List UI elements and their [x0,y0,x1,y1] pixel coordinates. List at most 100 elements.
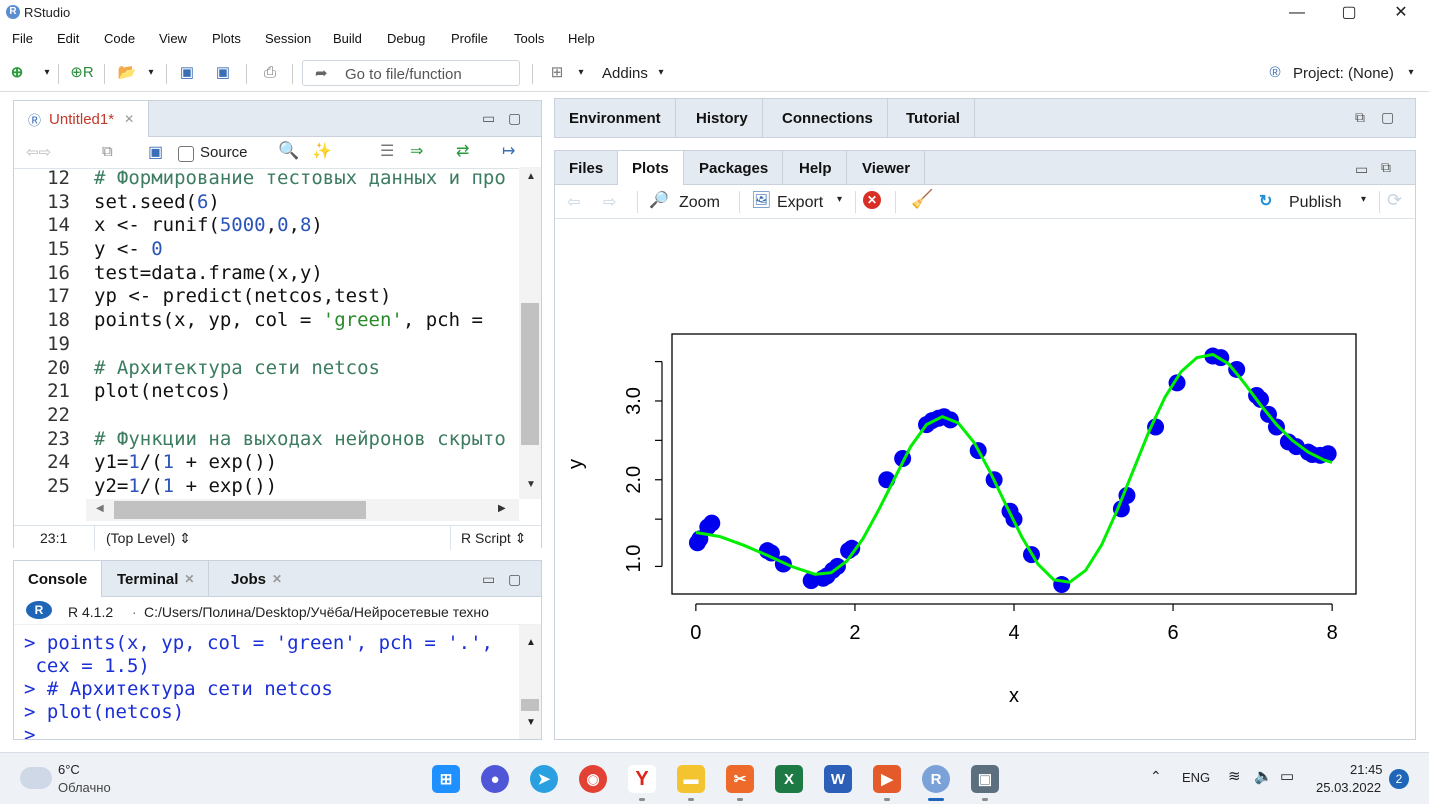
search-icon[interactable]: 🔍 [278,141,299,161]
back-icon[interactable]: ⇦⇨ [26,143,51,161]
scroll-down-icon[interactable]: ▼ [526,479,536,490]
file-explorer-icon[interactable]: ▬ [677,765,705,793]
show-hidden-icons[interactable]: ⌃ [1150,768,1162,785]
chrome-icon[interactable]: ◉ [579,765,607,793]
tab-viewer[interactable]: Viewer [848,151,926,185]
scroll-left-icon[interactable]: ◀ [96,503,104,514]
grid-layout-icon[interactable]: ⊞ [544,63,570,83]
source-on-save-checkbox[interactable] [178,146,194,162]
goto-file-input[interactable]: ➦ Go to file/function [302,60,520,86]
wifi-icon[interactable]: ≋ [1228,767,1241,785]
tab-help[interactable]: Help [785,151,847,185]
start-windows-icon[interactable]: ⊞ [432,765,460,793]
menu-tools[interactable]: Tools [514,31,544,46]
export-icon[interactable]: 🖼 [751,190,771,210]
weather-temp[interactable]: 6°C [58,762,80,777]
menu-file[interactable]: File [12,31,33,46]
app-window-icon[interactable]: ▣ [971,765,999,793]
word-icon[interactable]: W [824,765,852,793]
language-indicator[interactable]: ENG [1182,770,1210,785]
next-plot-icon[interactable]: ⇨ [603,192,616,212]
scrollbar-thumb[interactable] [521,699,539,711]
weather-description[interactable]: Облачно [58,780,111,795]
tab-packages[interactable]: Packages [685,151,784,185]
file-type-selector[interactable]: R Script ⇕ [461,530,526,547]
scrollbar-thumb[interactable] [521,303,539,445]
chevron-down-icon[interactable]: ▾ [576,63,586,83]
show-in-window-icon[interactable]: ⧉ [102,143,113,160]
close-tab-icon[interactable]: ✕ [124,112,134,126]
cloud-icon[interactable] [20,767,52,789]
maximize-pane-icon[interactable]: ▢ [508,571,521,588]
chevron-down-icon[interactable]: ▾ [837,194,842,205]
tab-history[interactable]: History [682,99,763,137]
open-folder-icon[interactable]: 📂 [112,63,142,83]
code-text[interactable]: y <- 0 [94,238,163,262]
save-all-icon[interactable]: ▣ [212,63,234,83]
menu-plots[interactable]: Plots [212,31,241,46]
menu-edit[interactable]: Edit [57,31,79,46]
scroll-down-icon[interactable]: ▼ [526,717,536,728]
chevron-down-icon[interactable]: ▾ [1361,194,1366,205]
tab-tutorial[interactable]: Tutorial [892,99,975,137]
editor-vertical-scrollbar[interactable]: ▲ ▼ [519,167,541,499]
menu-build[interactable]: Build [333,31,362,46]
tab-untitled1[interactable]: Ⓡ Untitled1* ✕ [14,101,150,137]
broom-icon[interactable]: 🧹 [911,189,933,210]
save-icon[interactable]: ▣ [176,63,198,83]
publish-icon[interactable]: ↻ [1259,191,1272,211]
clock-time[interactable]: 21:45 [1350,762,1383,777]
h-scrollbar-thumb[interactable] [114,501,366,519]
maximize-button[interactable]: ▢ [1329,2,1369,24]
addins-menu[interactable]: Addins [602,65,648,82]
chevron-down-icon[interactable]: ▾ [1406,63,1416,83]
publish-button[interactable]: Publish [1289,194,1341,212]
restore-pane-icon[interactable]: ⧉ [1381,159,1391,176]
chevron-down-icon[interactable]: ▾ [146,63,156,83]
working-directory[interactable]: C:/Users/Полина/Desktop/Учёба/Нейросетев… [144,604,541,620]
code-text[interactable]: y2=1/(1 + exp()) [94,475,277,499]
prev-plot-icon[interactable]: ⇦ [567,192,580,212]
maximize-pane-icon[interactable]: ▢ [1381,109,1394,126]
yandex-browser-icon[interactable]: Y [628,765,656,793]
scroll-up-icon[interactable]: ▲ [526,637,536,648]
zoom-icon[interactable]: 🔎 [649,190,669,210]
menu-debug[interactable]: Debug [387,31,425,46]
tab-terminal[interactable]: Terminal ✕ [103,561,210,597]
magic-wand-icon[interactable]: ✨ [312,141,332,161]
restore-pane-icon[interactable]: ⧉ [1355,109,1365,126]
remove-plot-icon[interactable]: ✕ [863,191,881,209]
source-run-icon[interactable]: ↦ [502,141,515,161]
tab-jobs[interactable]: Jobs ✕ [217,561,296,597]
editor-horizontal-scrollbar[interactable]: ◀ ▶ [86,499,519,521]
code-text[interactable]: test=data.frame(x,y) [94,262,323,286]
rstudio-taskbar-icon[interactable]: R [922,765,950,793]
media-app-icon[interactable]: ▶ [873,765,901,793]
code-text[interactable]: yp <- predict(netcos,test) [94,285,391,309]
run-line-icon[interactable]: ⇒ [410,141,423,161]
excel-icon[interactable]: X [775,765,803,793]
console-output[interactable]: > points(x, yp, col = 'green', pch = '.'… [24,632,519,739]
screenshot-tool-icon[interactable]: ✂ [726,765,754,793]
chat-icon[interactable]: ● [481,765,509,793]
project-menu[interactable]: Project: (None) [1293,65,1394,82]
menu-code[interactable]: Code [104,31,135,46]
code-text[interactable]: # Архитектура сети netcos [94,357,380,381]
tab-plots[interactable]: Plots [618,151,684,185]
menu-view[interactable]: View [159,31,187,46]
tab-environment[interactable]: Environment [555,99,676,137]
telegram-icon[interactable]: ➤ [530,765,558,793]
code-text[interactable]: # Формирование тестовых данных и про [94,167,506,191]
code-text[interactable]: x <- runif(5000,0,8) [94,214,323,238]
menu-profile[interactable]: Profile [451,31,488,46]
console-scrollbar[interactable]: ▲ ▼ [519,625,541,739]
outline-icon[interactable]: ☰ [380,141,394,161]
refresh-icon[interactable]: ⟳ [1387,190,1402,211]
zoom-button[interactable]: Zoom [679,194,720,212]
close-tab-icon[interactable]: ✕ [184,572,194,586]
code-text[interactable]: plot(netcos) [94,380,231,404]
code-text[interactable]: # Функции на выходах нейронов скрыто [94,428,506,452]
minimize-pane-icon[interactable]: ▭ [1355,161,1368,178]
scroll-right-icon[interactable]: ▶ [498,503,506,514]
notification-badge[interactable]: 2 [1389,769,1409,789]
